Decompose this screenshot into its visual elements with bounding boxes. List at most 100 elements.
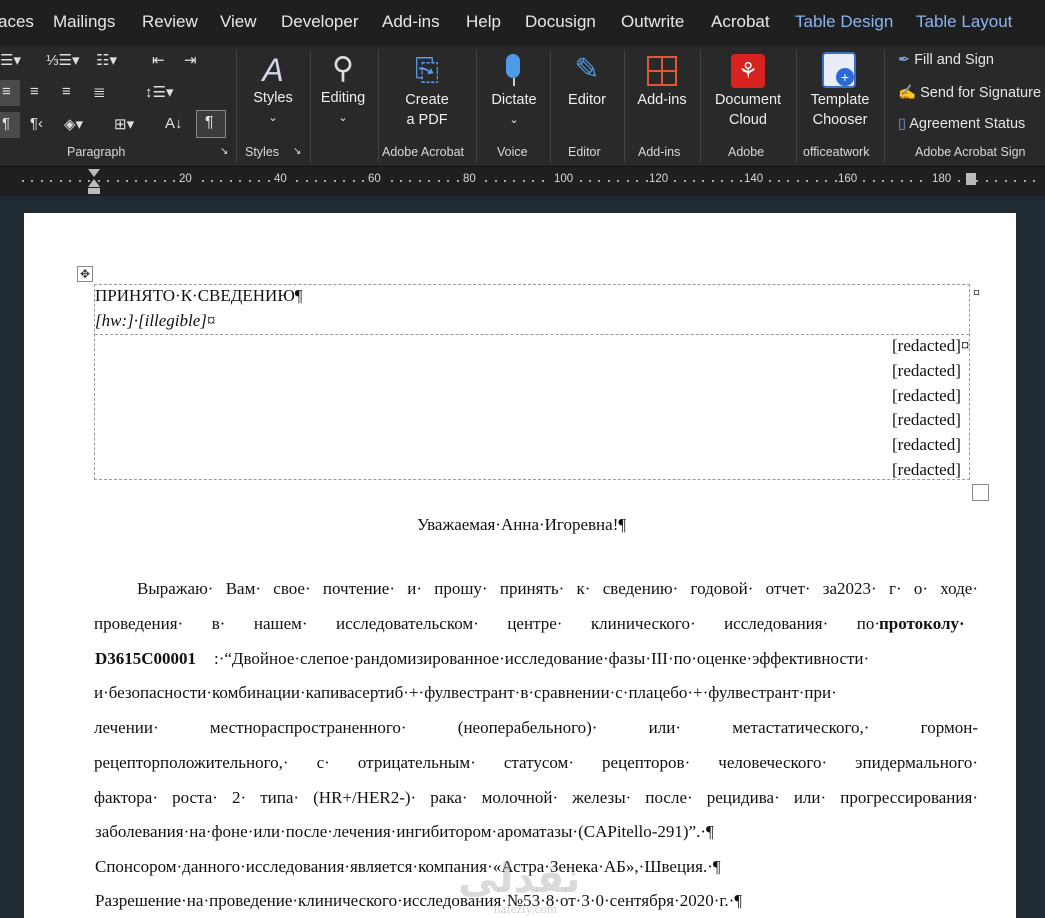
template-chooser-icon: +: [802, 50, 878, 90]
ruler-tick: [362, 180, 365, 182]
tab-addins[interactable]: Add-ins: [382, 12, 440, 32]
bullets-icon[interactable]: ☰▾: [0, 51, 21, 69]
ruler-mark: 140: [744, 173, 764, 185]
tab-references[interactable]: aces: [0, 12, 34, 32]
body-line: :·“Двойное·слепое·рандомизированное·иссл…: [214, 649, 870, 668]
header-table[interactable]: [94, 284, 970, 480]
tab-developer[interactable]: Developer: [281, 12, 359, 32]
create-pdf-button[interactable]: ⎘ Create a PDF: [392, 52, 462, 130]
redacted-line: [redacted]: [892, 435, 961, 454]
tab-docusign[interactable]: Docusign: [525, 12, 596, 32]
sort-icon[interactable]: A↓: [165, 115, 183, 132]
document-page[interactable]: ✥ ПРИНЯТО·К·СВЕДЕНИЮ¶ [hw:]·[illegible]¤…: [24, 213, 1016, 918]
right-indent-marker-icon[interactable]: [966, 173, 976, 185]
ruler-tick: [740, 180, 743, 182]
rtl-icon[interactable]: ¶‹: [30, 115, 43, 132]
tab-review[interactable]: Review: [142, 12, 198, 32]
ruler-mark: 120: [649, 173, 669, 185]
ruler-tick: [985, 180, 988, 182]
paragraph-launcher-icon[interactable]: ↘: [220, 146, 228, 157]
ruler-tick: [730, 180, 733, 182]
shading-icon[interactable]: ◈▾: [64, 115, 83, 133]
ruler-tick: [995, 180, 998, 182]
multilevel-list-icon[interactable]: ☷▾: [96, 51, 117, 69]
tab-acrobat[interactable]: Acrobat: [711, 12, 770, 32]
ruler-tick: [220, 180, 223, 182]
ruler-tick: [721, 180, 724, 182]
table-row-divider: [95, 334, 969, 335]
ruler-tick: [135, 180, 138, 182]
borders-icon[interactable]: ⊞▾: [114, 115, 134, 133]
ruler-tick: [211, 180, 213, 182]
decrease-indent-icon[interactable]: ⇤: [152, 51, 165, 69]
editing-button[interactable]: ⚲ Editing ⌄: [314, 50, 372, 128]
ruler-tick: [59, 180, 62, 182]
ruler-tick: [607, 180, 610, 182]
ruler-tick: [116, 180, 119, 182]
ruler-tick: [787, 180, 790, 182]
pdf-create-icon: ⎘: [415, 54, 439, 87]
template-chooser-button[interactable]: + Template Chooser: [802, 50, 878, 130]
ruler-tick: [343, 180, 346, 182]
ruler-tick: [428, 180, 431, 182]
dictate-button[interactable]: Dictate ⌄: [484, 50, 544, 130]
indent-marker-icon[interactable]: [88, 169, 100, 195]
ruler-tick: [976, 180, 979, 182]
ltr-icon[interactable]: ¶: [2, 115, 10, 132]
group-label-adobe-acrobat: Adobe Acrobat: [382, 145, 465, 159]
ruler-tick: [1023, 180, 1026, 182]
align-center-icon[interactable]: ≡: [30, 83, 39, 100]
redacted-line: [redacted]: [892, 361, 961, 380]
ruler-tick: [50, 180, 53, 182]
tab-table-layout[interactable]: Table Layout: [916, 12, 1012, 32]
body-line: заболевания·на·фоне·или·после·лечения·ин…: [95, 822, 714, 841]
horizontal-ruler[interactable]: 20 40 60 80 100 120 140 160 180: [0, 166, 1045, 197]
divider: [884, 50, 885, 162]
group-label-paragraph: Paragraph: [67, 145, 126, 159]
tab-outwrite[interactable]: Outwrite: [621, 12, 684, 32]
justify-icon[interactable]: ≣: [93, 83, 106, 101]
redacted-line: [redacted]: [892, 460, 961, 479]
agreement-status-button[interactable]: ▯ Agreement Status: [898, 116, 1025, 132]
ruler-tick: [296, 180, 299, 182]
ruler-tick: [352, 180, 355, 182]
align-right-icon[interactable]: ≡: [62, 83, 71, 100]
numbering-icon[interactable]: ⅓☰▾: [46, 51, 80, 69]
table-resize-handle[interactable]: [972, 484, 989, 501]
watermark-logo: نفذلي: [458, 856, 581, 902]
ruler-tick: [834, 180, 837, 182]
ruler-tick: [636, 180, 639, 182]
redacted-line: [redacted]: [892, 386, 961, 405]
tab-help[interactable]: Help: [466, 12, 501, 32]
table-move-handle-icon[interactable]: ✥: [77, 266, 93, 282]
align-left-icon[interactable]: ≡: [2, 83, 11, 100]
body-line: проведения· в· нашем· исследовательском·…: [94, 614, 880, 633]
editor-button[interactable]: ✎ Editor: [556, 50, 618, 110]
approval-heading: ПРИНЯТО·К·СВЕДЕНИЮ¶: [95, 286, 303, 305]
show-marks-button[interactable]: ¶: [196, 110, 226, 138]
ruler-tick: [314, 180, 317, 182]
styles-button[interactable]: A Styles ⌄: [244, 52, 302, 128]
ruler-mark: 60: [368, 173, 381, 185]
ruler-tick: [409, 180, 412, 182]
tab-table-design[interactable]: Table Design: [795, 12, 893, 32]
ruler-tick: [683, 180, 686, 182]
ruler-tick: [881, 180, 884, 182]
line-spacing-icon[interactable]: ↕☰▾: [145, 83, 173, 101]
ruler-tick: [815, 180, 818, 182]
chevron-down-icon: ⌄: [338, 112, 348, 124]
send-for-signature-button[interactable]: ✍ Send for Signature: [898, 84, 1041, 101]
send-sig-label: Send for Signature: [920, 85, 1042, 101]
ruler-tick: [447, 180, 450, 182]
ruler-tick: [711, 180, 714, 182]
document-cloud-button[interactable]: ⚘ Document Cloud: [708, 50, 788, 130]
increase-indent-icon[interactable]: ⇥: [184, 51, 197, 69]
fill-and-sign-button[interactable]: ✒ Fill and Sign: [898, 52, 994, 68]
ruler-tick: [522, 180, 525, 182]
divider: [700, 50, 701, 162]
tab-mailings[interactable]: Mailings: [53, 12, 115, 32]
template-label-2: Chooser: [812, 112, 868, 128]
addins-button[interactable]: Add-ins: [630, 50, 694, 110]
styles-launcher-icon[interactable]: ↘: [293, 146, 301, 157]
tab-view[interactable]: View: [220, 12, 257, 32]
